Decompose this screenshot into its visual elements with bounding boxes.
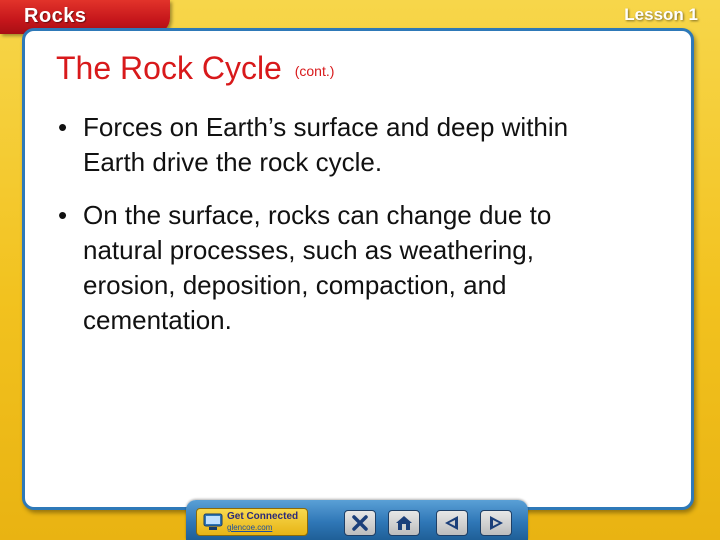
slide-title-suffix: (cont.) — [294, 62, 335, 79]
bullet-marker: • — [58, 112, 68, 142]
next-button[interactable] — [480, 510, 512, 536]
get-connected-label: Get Connected — [227, 511, 299, 522]
computer-icon — [203, 513, 223, 530]
home-button[interactable] — [388, 510, 420, 536]
close-button[interactable] — [344, 510, 376, 536]
get-connected-button[interactable]: Get Connected glencoe.com — [196, 508, 308, 536]
chapter-tab-label: Rocks — [24, 5, 87, 27]
get-connected-url[interactable]: glencoe.com — [227, 522, 298, 533]
lesson-label: Lesson 1 — [624, 5, 698, 24]
bullet-marker: • — [58, 200, 68, 230]
bullet-list: • Forces on Earth’s surface and deep with… — [56, 110, 616, 356]
bullet-text: Forces on Earth’s surface and deep withi… — [83, 112, 569, 177]
navigation-bar: Get Connected glencoe.com — [186, 500, 528, 540]
slide-title: The Rock Cycle (cont.) — [56, 50, 334, 87]
home-icon — [396, 516, 412, 530]
close-icon — [352, 515, 368, 531]
slide-title-text: The Rock Cycle — [56, 50, 282, 86]
previous-button[interactable] — [436, 510, 468, 536]
get-connected-text: Get Connected glencoe.com — [227, 511, 298, 533]
bullet-item: • Forces on Earth’s surface and deep with… — [56, 110, 616, 180]
previous-icon — [445, 516, 458, 530]
next-icon — [490, 516, 503, 530]
bullet-item: • On the surface, rocks can change due to… — [56, 198, 616, 338]
bullet-text: On the surface, rocks can change due to … — [83, 200, 552, 335]
